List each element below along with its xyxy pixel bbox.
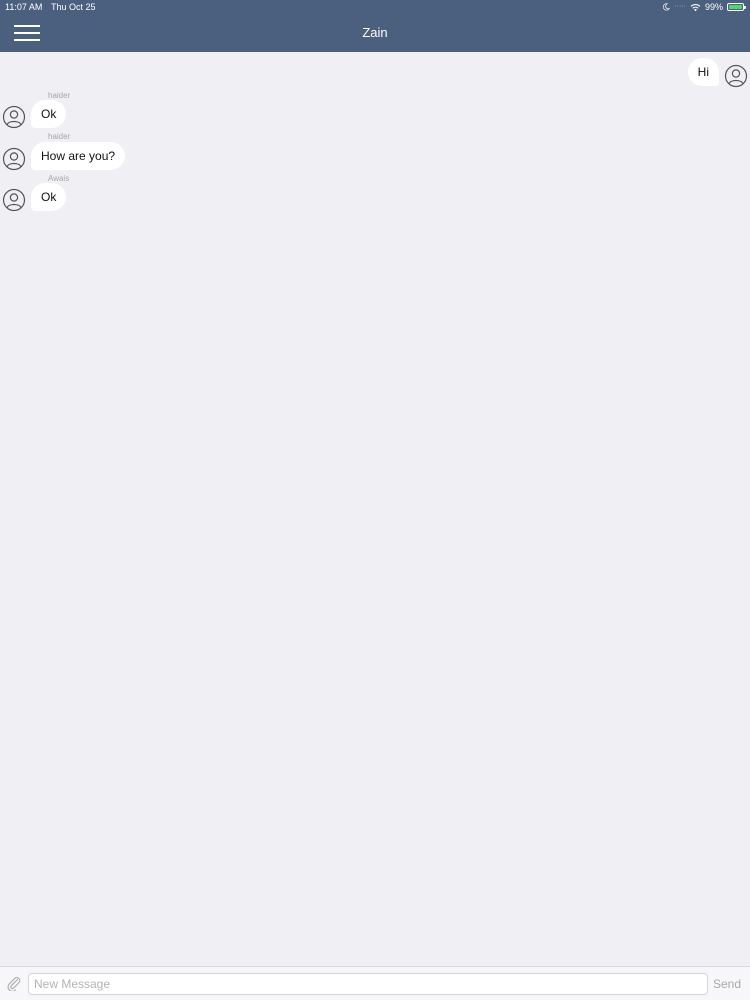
message-composer: Send [0, 966, 750, 1000]
message-input[interactable] [28, 973, 708, 995]
message-text: Ok [41, 190, 57, 204]
message-bubble[interactable]: Ok [31, 100, 67, 128]
status-date: Thu Oct 25 [51, 2, 96, 12]
paperclip-icon[interactable] [6, 975, 22, 991]
message-bubble[interactable]: Ok [31, 183, 67, 211]
status-indicators: ····· 99% [662, 0, 746, 14]
status-time: 11:07 AM [5, 2, 43, 12]
battery-icon [727, 3, 746, 11]
sender-name: haider [48, 132, 71, 141]
avatar-icon[interactable] [2, 105, 26, 129]
navigation-bar: 11:07 AM Thu Oct 25 ····· 99% Zain [0, 0, 750, 52]
status-bar: 11:07 AM Thu Oct 25 ····· 99% [0, 0, 750, 14]
moon-icon [663, 3, 671, 11]
message-bubble[interactable]: How are you? [31, 142, 126, 170]
page-title: Zain [362, 25, 388, 40]
signal-dots-icon: ····· [674, 3, 686, 10]
message-text: How are you? [41, 149, 116, 163]
avatar-icon[interactable] [724, 64, 748, 88]
message-bubble[interactable]: Hi [687, 58, 719, 86]
avatar-icon[interactable] [2, 188, 26, 212]
send-button[interactable]: Send [713, 973, 745, 995]
message-text: Ok [41, 107, 57, 121]
wifi-icon [690, 3, 701, 11]
message-text: Hi [697, 65, 709, 79]
avatar-icon[interactable] [2, 147, 26, 171]
message-list[interactable]: Hi haider Ok haider How are you? Awais O… [0, 52, 750, 966]
battery-percent: 99% [704, 2, 723, 12]
